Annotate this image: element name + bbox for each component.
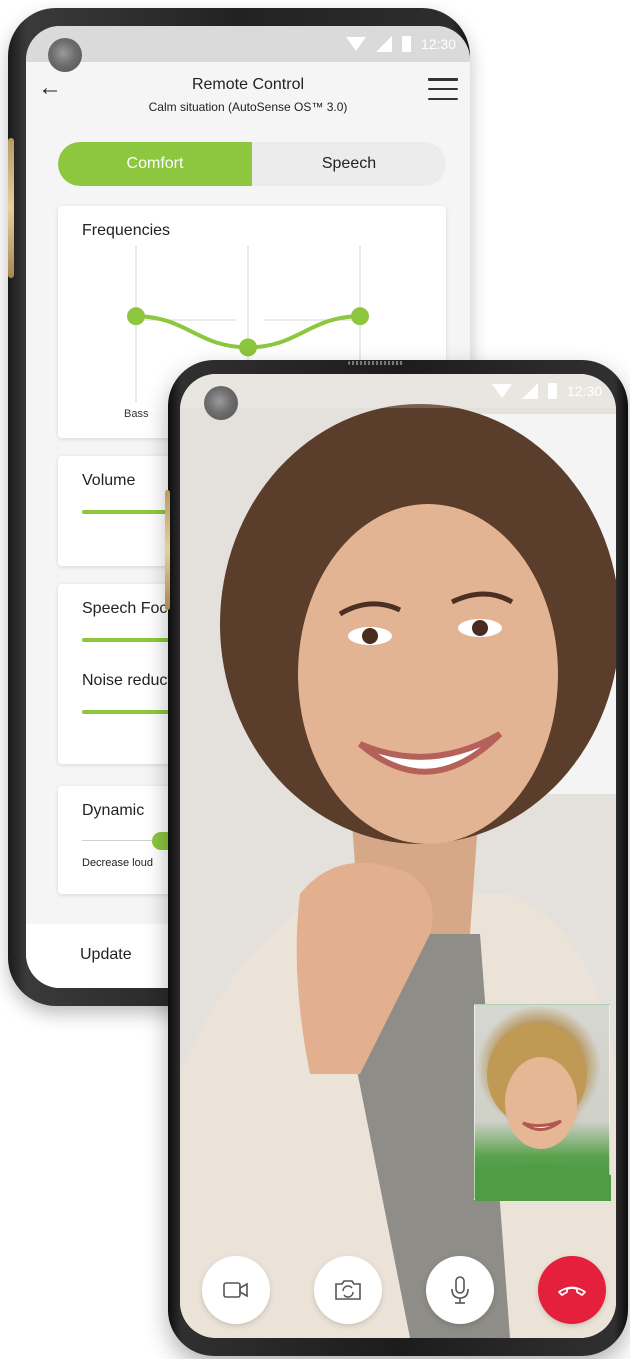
video-call-screen: 12:30: [180, 374, 616, 1338]
wifi-icon: [491, 384, 512, 398]
speech-focus-title: Speech Foc: [82, 600, 168, 617]
battery-icon: [547, 383, 557, 399]
phone-side-button: [8, 138, 14, 278]
dynamic-title: Dynamic: [82, 802, 145, 819]
self-shirt: [475, 1165, 611, 1201]
dynamic-left-label: Decrease loud: [82, 857, 153, 869]
speech-focus-slider[interactable]: [82, 638, 172, 642]
self-view-figure: [475, 1023, 611, 1201]
end-call-button[interactable]: [538, 1256, 606, 1324]
dynamic-slider-track: [82, 840, 152, 841]
noise-reduction-slider[interactable]: [82, 710, 172, 714]
front-camera: [204, 386, 238, 420]
self-view-video[interactable]: [474, 1004, 611, 1201]
page-subtitle: Calm situation (AutoSense OS™ 3.0): [148, 100, 348, 114]
switch-camera-icon: [335, 1280, 361, 1300]
speaker-grille: [348, 361, 404, 365]
hang-up-icon: [558, 1286, 586, 1296]
video-camera-icon: [223, 1282, 248, 1298]
hamburger-menu-icon[interactable]: [428, 78, 458, 100]
wifi-icon: [345, 37, 366, 51]
battery-icon: [401, 36, 411, 52]
face: [298, 504, 558, 844]
marketing-composition: 12:30 ← Remote Control Calm situation (A…: [0, 0, 630, 1359]
right-iris: [472, 620, 488, 636]
program-tabs: Comfort Speech: [58, 142, 446, 186]
status-bar: 12:30: [180, 374, 616, 408]
eq-label-bass: Bass: [124, 408, 149, 420]
signal-icon: [375, 36, 392, 52]
eq-knob-bass[interactable]: [127, 307, 145, 326]
status-time: 12:30: [566, 383, 602, 399]
signal-icon: [521, 383, 538, 399]
switch-camera-button[interactable]: [314, 1256, 382, 1324]
status-bar: 12:30: [26, 26, 470, 62]
tab-speech[interactable]: Speech: [252, 142, 446, 186]
left-iris: [362, 628, 378, 644]
microphone-button[interactable]: [426, 1256, 494, 1324]
eq-knob-middle[interactable]: [239, 338, 257, 357]
volume-slider[interactable]: [82, 510, 172, 514]
self-face: [505, 1057, 577, 1149]
front-camera: [48, 38, 82, 72]
app-header: ← Remote Control Calm situation (AutoSen…: [26, 70, 470, 130]
update-button[interactable]: Update: [80, 946, 132, 964]
microphone-icon: [451, 1276, 469, 1304]
noise-reduction-title: Noise reduct: [82, 672, 172, 689]
tab-comfort[interactable]: Comfort: [58, 142, 252, 186]
video-camera-button[interactable]: [202, 1256, 270, 1324]
volume-title: Volume: [82, 472, 136, 489]
phone-side-button: [165, 490, 170, 610]
eq-knob-treble[interactable]: [351, 307, 369, 326]
status-time: 12:30: [420, 36, 456, 52]
page-title: Remote Control: [191, 76, 305, 93]
video-call-phone: 12:30: [165, 360, 628, 1356]
